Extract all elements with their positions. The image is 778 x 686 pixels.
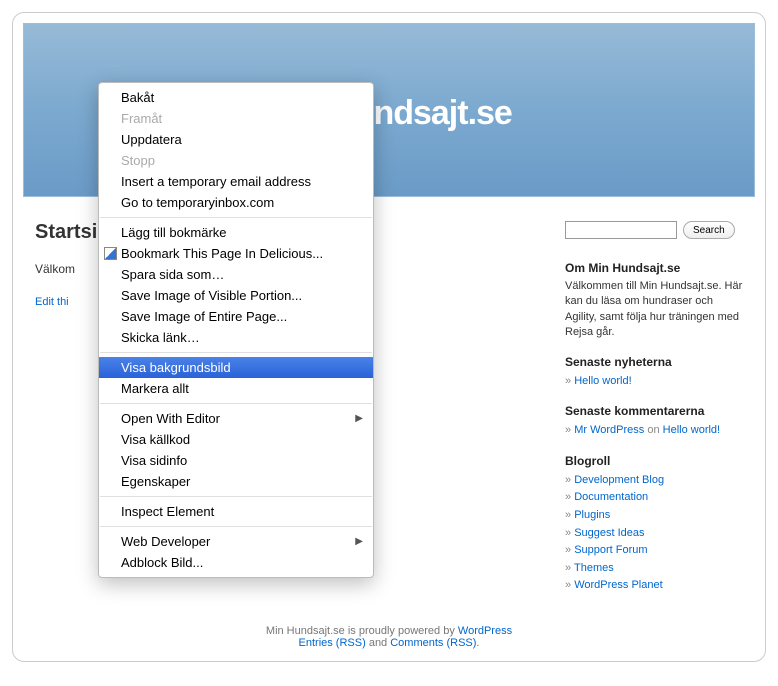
blogroll-heading: Blogroll	[565, 454, 743, 468]
submenu-arrow-icon: ▶	[355, 410, 363, 427]
blogroll-link[interactable]: Support Forum	[574, 544, 647, 556]
menu-separator	[100, 352, 372, 353]
menu-item[interactable]: Markera allt	[99, 378, 373, 399]
menu-item-label: Go to temporaryinbox.com	[121, 194, 274, 211]
menu-item[interactable]: Save Image of Visible Portion...	[99, 285, 373, 306]
search-form: Search	[565, 221, 743, 239]
list-item: Mr WordPress on Hello world!	[565, 422, 743, 440]
comments-rss-link[interactable]: Comments (RSS)	[390, 637, 476, 649]
blogroll-list: Development Blog Documentation Plugins S…	[565, 472, 743, 595]
context-menu[interactable]: Bakåt Framåt Uppdatera Stopp Insert a tempor…	[98, 82, 374, 578]
list-item: Support Forum	[565, 542, 743, 560]
menu-item-label: Web Developer	[121, 533, 210, 550]
menu-item[interactable]: Adblock Bild...	[99, 552, 373, 573]
menu-item-label: Insert a temporary email address	[121, 173, 311, 190]
menu-item[interactable]: Spara sida som…	[99, 264, 373, 285]
about-heading: Om Min Hundsajt.se	[565, 261, 743, 275]
menu-item-label: Markera allt	[121, 380, 189, 397]
menu-separator	[100, 403, 372, 404]
edit-link[interactable]: Edit thi	[35, 296, 69, 308]
delicious-icon	[104, 247, 117, 260]
comment-author-link[interactable]: Mr WordPress	[574, 424, 644, 436]
footer: Min Hundsajt.se is proudly powered by Wo…	[13, 625, 765, 649]
footer-and: and	[366, 637, 390, 649]
blogroll-link[interactable]: Plugins	[574, 509, 610, 521]
comments-list: Mr WordPress on Hello world!	[565, 422, 743, 440]
menu-item-label: Lägg till bokmärke	[121, 224, 227, 241]
comments-heading: Senaste kommentarerna	[565, 404, 743, 418]
menu-item[interactable]: Insert a temporary email address	[99, 171, 373, 192]
blogroll-link[interactable]: Development Blog	[574, 474, 664, 486]
menu-item-label: Open With Editor	[121, 410, 220, 427]
menu-item-label: Bookmark This Page In Delicious...	[121, 245, 323, 262]
menu-item-label: Skicka länk…	[121, 329, 200, 346]
menu-item: Framåt	[99, 108, 373, 129]
menu-item[interactable]: Lägg till bokmärke	[99, 222, 373, 243]
wordpress-link[interactable]: WordPress	[458, 625, 512, 637]
menu-item-label: Inspect Element	[121, 503, 214, 520]
menu-item-label: Adblock Bild...	[121, 554, 203, 571]
list-item: Themes	[565, 560, 743, 578]
menu-item[interactable]: Bakåt	[99, 87, 373, 108]
menu-separator	[100, 217, 372, 218]
menu-item-label: Visa källkod	[121, 431, 190, 448]
search-input[interactable]	[565, 221, 677, 239]
menu-item-label: Bakåt	[121, 89, 154, 106]
menu-item[interactable]: Visa källkod	[99, 429, 373, 450]
footer-text: Min Hundsajt.se is proudly powered by	[266, 625, 458, 637]
blogroll-link[interactable]: Themes	[574, 562, 614, 574]
menu-item[interactable]: Bookmark This Page In Delicious...	[99, 243, 373, 264]
menu-item[interactable]: Open With Editor ▶	[99, 408, 373, 429]
list-item: Documentation	[565, 489, 743, 507]
menu-item-label: Spara sida som…	[121, 266, 224, 283]
menu-item[interactable]: Go to temporaryinbox.com	[99, 192, 373, 213]
comment-on-text: on	[644, 424, 662, 436]
menu-item-label: Visa bakgrundsbild	[121, 359, 231, 376]
news-list: Hello world!	[565, 373, 743, 391]
menu-item-label: Save Image of Entire Page...	[121, 308, 287, 325]
menu-item[interactable]: Save Image of Entire Page...	[99, 306, 373, 327]
menu-item-label: Stopp	[121, 152, 155, 169]
entries-rss-link[interactable]: Entries (RSS)	[299, 637, 366, 649]
menu-item-label: Framåt	[121, 110, 162, 127]
menu-item[interactable]: Visa bakgrundsbild	[99, 357, 373, 378]
list-item: Development Blog	[565, 472, 743, 490]
menu-item-label: Uppdatera	[121, 131, 182, 148]
list-item: Hello world!	[565, 373, 743, 391]
comment-post-link[interactable]: Hello world!	[663, 424, 720, 436]
menu-item[interactable]: Egenskaper	[99, 471, 373, 492]
blogroll-link[interactable]: WordPress Planet	[574, 579, 662, 591]
menu-item[interactable]: Inspect Element	[99, 501, 373, 522]
menu-item[interactable]: Skicka länk…	[99, 327, 373, 348]
footer-dot: .	[476, 637, 479, 649]
about-text: Välkommen till Min Hundsajt.se. Här kan …	[565, 279, 743, 341]
blogroll-link[interactable]: Suggest Ideas	[574, 527, 644, 539]
menu-separator	[100, 526, 372, 527]
menu-separator	[100, 496, 372, 497]
menu-item[interactable]: Visa sidinfo	[99, 450, 373, 471]
menu-item-label: Egenskaper	[121, 473, 190, 490]
menu-item[interactable]: Uppdatera	[99, 129, 373, 150]
blogroll-link[interactable]: Documentation	[574, 491, 648, 503]
menu-item-label: Save Image of Visible Portion...	[121, 287, 302, 304]
search-button[interactable]: Search	[683, 221, 735, 239]
sidebar: Search Om Min Hundsajt.se Välkommen till…	[565, 221, 743, 595]
news-link[interactable]: Hello world!	[574, 375, 631, 387]
list-item: WordPress Planet	[565, 577, 743, 595]
menu-item: Stopp	[99, 150, 373, 171]
news-heading: Senaste nyheterna	[565, 355, 743, 369]
list-item: Plugins	[565, 507, 743, 525]
list-item: Suggest Ideas	[565, 525, 743, 543]
submenu-arrow-icon: ▶	[355, 533, 363, 550]
menu-item-label: Visa sidinfo	[121, 452, 187, 469]
menu-item[interactable]: Web Developer ▶	[99, 531, 373, 552]
